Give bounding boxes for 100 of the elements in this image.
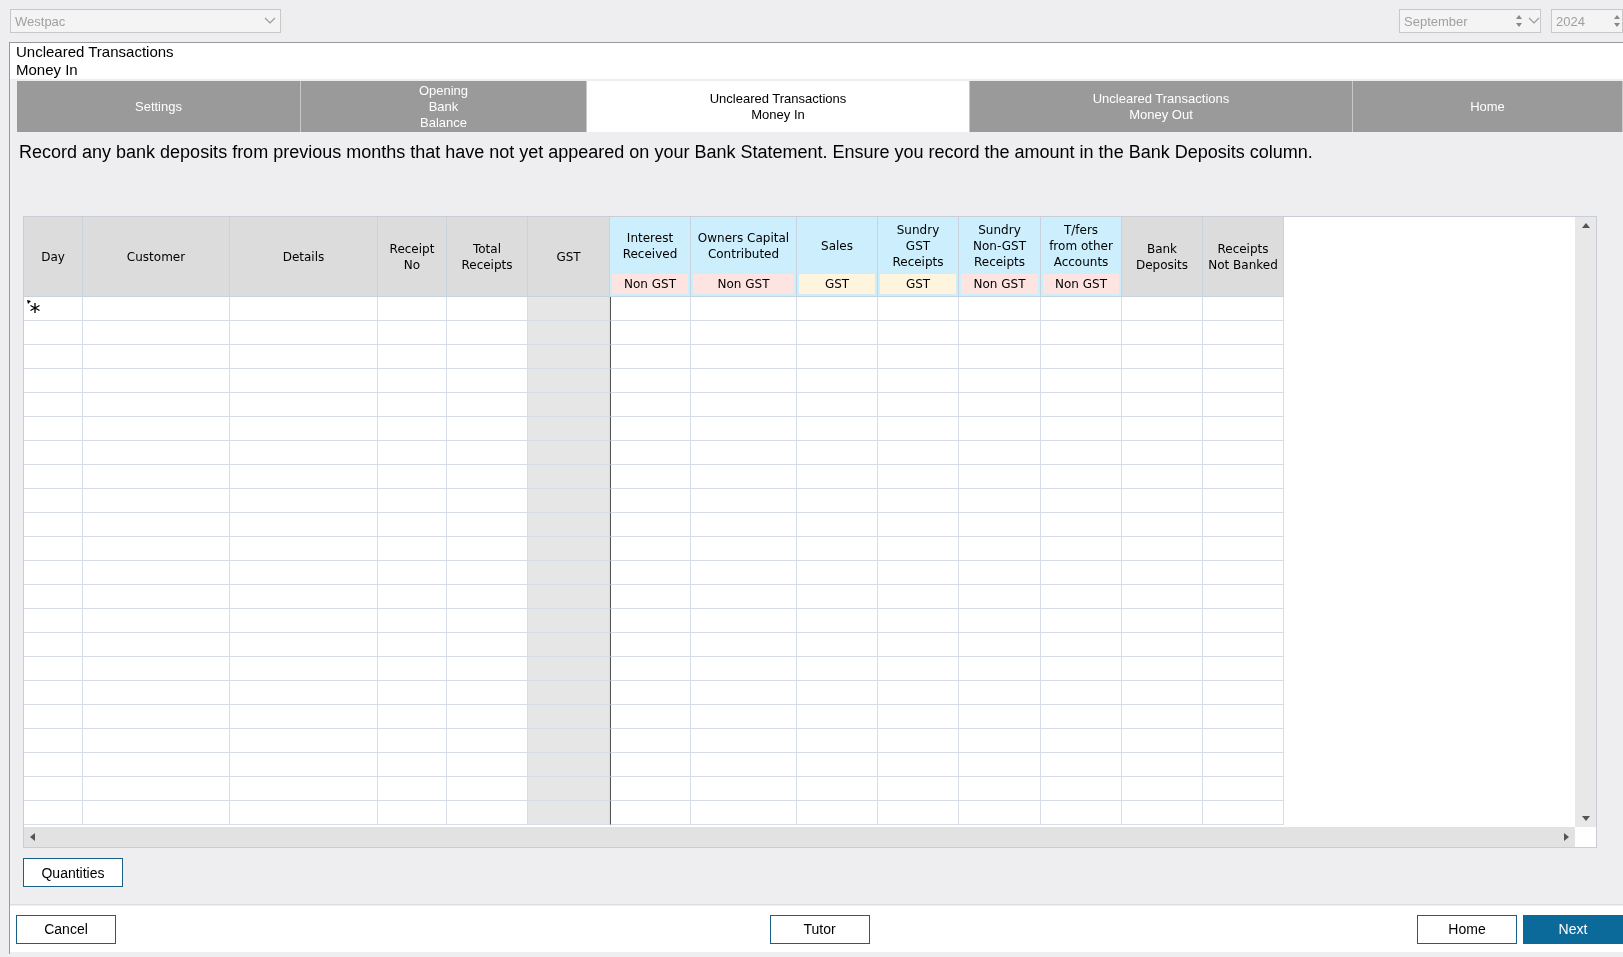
table-cell[interactable]: [878, 369, 959, 393]
table-cell[interactable]: [24, 561, 83, 585]
table-cell[interactable]: [378, 609, 447, 633]
table-cell[interactable]: [959, 393, 1041, 417]
table-cell[interactable]: [959, 537, 1041, 561]
table-cell[interactable]: [1203, 393, 1284, 417]
table-cell[interactable]: [378, 369, 447, 393]
table-cell[interactable]: [1122, 633, 1203, 657]
table-cell[interactable]: [959, 561, 1041, 585]
table-cell[interactable]: [528, 489, 610, 513]
table-cell[interactable]: [1041, 633, 1122, 657]
table-cell[interactable]: [797, 321, 878, 345]
table-cell[interactable]: [797, 513, 878, 537]
table-cell[interactable]: [1203, 801, 1284, 825]
table-cell[interactable]: [691, 681, 797, 705]
table-cell[interactable]: [378, 705, 447, 729]
column-header[interactable]: Sundry GST Receipts GST: [878, 217, 959, 297]
table-cell[interactable]: [447, 489, 528, 513]
table-cell[interactable]: [528, 633, 610, 657]
table-cell[interactable]: [610, 537, 691, 561]
table-cell[interactable]: [610, 441, 691, 465]
table-cell[interactable]: [447, 537, 528, 561]
table-cell[interactable]: [230, 369, 378, 393]
table-cell[interactable]: [83, 729, 230, 753]
table-cell[interactable]: [1203, 561, 1284, 585]
table-cell[interactable]: [1122, 657, 1203, 681]
table-cell[interactable]: [691, 585, 797, 609]
table-cell[interactable]: [230, 465, 378, 489]
table-cell[interactable]: [528, 609, 610, 633]
table-cell[interactable]: [691, 561, 797, 585]
table-cell[interactable]: [878, 297, 959, 321]
table-cell[interactable]: [1203, 633, 1284, 657]
table-cell[interactable]: [878, 561, 959, 585]
table-cell[interactable]: [528, 321, 610, 345]
table-cell[interactable]: [797, 777, 878, 801]
scroll-down-icon[interactable]: [1580, 815, 1591, 823]
table-cell[interactable]: [447, 609, 528, 633]
table-cell[interactable]: [1203, 657, 1284, 681]
table-cell[interactable]: [959, 345, 1041, 369]
table-cell[interactable]: [447, 369, 528, 393]
table-cell[interactable]: [447, 585, 528, 609]
table-cell[interactable]: [1203, 297, 1284, 321]
table-cell[interactable]: [24, 585, 83, 609]
table-cell[interactable]: [378, 465, 447, 489]
table-cell[interactable]: [1041, 489, 1122, 513]
table-cell[interactable]: [691, 297, 797, 321]
table-cell[interactable]: [1041, 585, 1122, 609]
table-cell[interactable]: [1203, 369, 1284, 393]
table-cell[interactable]: [24, 513, 83, 537]
table-cell[interactable]: [1041, 681, 1122, 705]
table-cell[interactable]: [83, 657, 230, 681]
table-cell[interactable]: [610, 321, 691, 345]
column-header[interactable]: Day: [24, 217, 83, 297]
table-cell[interactable]: [24, 801, 83, 825]
table-cell[interactable]: [378, 561, 447, 585]
table-cell[interactable]: [691, 633, 797, 657]
table-cell[interactable]: [797, 681, 878, 705]
table-cell[interactable]: [610, 369, 691, 393]
table-cell[interactable]: [691, 729, 797, 753]
table-cell[interactable]: [1041, 729, 1122, 753]
column-header[interactable]: Customer: [83, 217, 230, 297]
table-cell[interactable]: [528, 345, 610, 369]
table-cell[interactable]: [447, 705, 528, 729]
table-cell[interactable]: [797, 705, 878, 729]
table-cell[interactable]: [447, 513, 528, 537]
table-cell[interactable]: [691, 777, 797, 801]
table-cell[interactable]: [378, 417, 447, 441]
table-cell[interactable]: [24, 465, 83, 489]
table-cell[interactable]: [959, 801, 1041, 825]
table-cell[interactable]: [797, 417, 878, 441]
table-cell[interactable]: [797, 297, 878, 321]
table-cell[interactable]: [1122, 489, 1203, 513]
table-cell[interactable]: [797, 345, 878, 369]
table-cell[interactable]: [691, 321, 797, 345]
table-cell[interactable]: [691, 369, 797, 393]
table-cell[interactable]: [24, 729, 83, 753]
table-cell[interactable]: [878, 345, 959, 369]
table-cell[interactable]: [797, 609, 878, 633]
table-cell[interactable]: [1041, 801, 1122, 825]
table-cell[interactable]: [959, 753, 1041, 777]
table-cell[interactable]: [691, 489, 797, 513]
table-cell[interactable]: [447, 345, 528, 369]
table-cell[interactable]: [959, 729, 1041, 753]
column-header[interactable]: Total Receipts: [447, 217, 528, 297]
table-cell[interactable]: [24, 393, 83, 417]
table-cell[interactable]: [230, 681, 378, 705]
table-cell[interactable]: [1041, 513, 1122, 537]
table-cell[interactable]: [447, 681, 528, 705]
table-cell[interactable]: [1041, 657, 1122, 681]
table-cell[interactable]: [230, 801, 378, 825]
table-cell[interactable]: [230, 729, 378, 753]
scroll-up-icon[interactable]: [1580, 221, 1591, 229]
table-cell[interactable]: [83, 633, 230, 657]
table-cell[interactable]: [691, 705, 797, 729]
table-cell[interactable]: [610, 609, 691, 633]
table-cell[interactable]: [610, 297, 691, 321]
table-cell[interactable]: [610, 753, 691, 777]
table-cell[interactable]: [378, 393, 447, 417]
table-cell[interactable]: [610, 705, 691, 729]
table-cell[interactable]: [1041, 777, 1122, 801]
